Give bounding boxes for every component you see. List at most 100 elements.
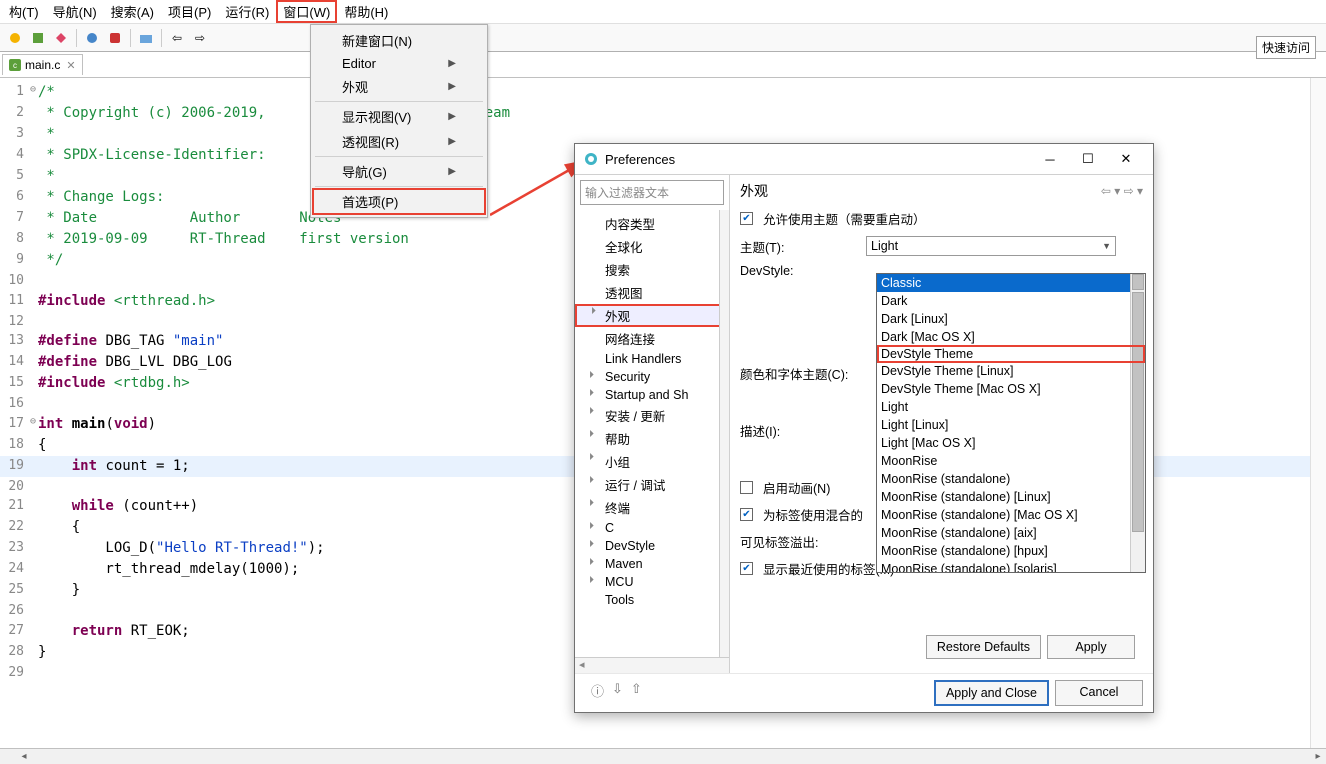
chevron-down-icon: ▼ <box>1102 241 1111 251</box>
menu-item-2[interactable]: 外观▶ <box>312 74 486 99</box>
svg-text:c: c <box>13 61 17 70</box>
theme-option-2[interactable]: Dark [Linux] <box>877 310 1145 328</box>
tree-item-5[interactable]: 网络连接 <box>575 327 729 350</box>
theme-option-6[interactable]: DevStyle Theme [Mac OS X] <box>877 380 1145 398</box>
menu-item-0[interactable]: 新建窗口(N) <box>312 28 486 53</box>
theme-option-13[interactable]: MoonRise (standalone) [Mac OS X] <box>877 506 1145 524</box>
import-icon[interactable]: ⇩ <box>612 681 623 700</box>
theme-option-4[interactable]: DevStyle Theme <box>877 345 1145 363</box>
theme-option-3[interactable]: Dark [Mac OS X] <box>877 328 1145 346</box>
theme-option-10[interactable]: MoonRise <box>877 452 1145 470</box>
apply-button[interactable]: Apply <box>1047 635 1135 659</box>
tree-item-16[interactable]: Maven <box>575 555 729 573</box>
menubar-item-0[interactable]: 构(T) <box>2 0 46 23</box>
tree-item-4[interactable]: 外观 <box>575 304 729 327</box>
scroll-left-icon[interactable]: ◂ <box>16 749 32 764</box>
back-icon[interactable]: ⇦ <box>166 27 188 49</box>
menubar-item-1[interactable]: 导航(N) <box>46 0 104 23</box>
filter-input[interactable]: 输入过滤器文本 <box>580 180 724 205</box>
tree-item-15[interactable]: DevStyle <box>575 537 729 555</box>
tree-item-0[interactable]: 内容类型 <box>575 212 729 235</box>
theme-option-1[interactable]: Dark <box>877 292 1145 310</box>
tree-item-12[interactable]: 运行 / 调试 <box>575 473 729 496</box>
tree-item-14[interactable]: C <box>575 519 729 537</box>
maximize-icon[interactable]: ☐ <box>1069 145 1107 173</box>
theme-option-9[interactable]: Light [Mac OS X] <box>877 434 1145 452</box>
export-icon[interactable]: ⇧ <box>631 681 642 700</box>
menubar-item-2[interactable]: 搜索(A) <box>104 0 161 23</box>
forward-icon[interactable]: ⇨ <box>189 27 211 49</box>
scroll-right-icon[interactable]: ▸ <box>1310 749 1326 764</box>
tree-item-1[interactable]: 全球化 <box>575 235 729 258</box>
preferences-tree[interactable]: 内容类型全球化搜索透视图外观网络连接Link HandlersSecurityS… <box>575 210 729 657</box>
theme-label: 主题(T): <box>740 237 860 256</box>
cancel-button[interactable]: Cancel <box>1055 680 1143 706</box>
menu-item-7[interactable]: 导航(G)▶ <box>312 159 486 184</box>
code-line[interactable]: 1⊖/* <box>0 82 1326 103</box>
tree-item-6[interactable]: Link Handlers <box>575 350 729 368</box>
menubar-item-4[interactable]: 运行(R) <box>218 0 276 23</box>
toolbar-icon-4[interactable] <box>81 27 103 49</box>
menubar-item-6[interactable]: 帮助(H) <box>337 0 395 23</box>
tree-item-10[interactable]: 帮助 <box>575 427 729 450</box>
menu-item-5[interactable]: 透视图(R)▶ <box>312 129 486 154</box>
enable-anim-checkbox[interactable] <box>740 481 753 494</box>
theme-option-11[interactable]: MoonRise (standalone) <box>877 470 1145 488</box>
theme-option-15[interactable]: MoonRise (standalone) [hpux] <box>877 542 1145 560</box>
tree-scrollbar[interactable] <box>719 210 729 657</box>
menubar-item-3[interactable]: 项目(P) <box>161 0 218 23</box>
toolbar-icon-5[interactable] <box>104 27 126 49</box>
theme-option-12[interactable]: MoonRise (standalone) [Linux] <box>877 488 1145 506</box>
dialog-title: Preferences <box>605 152 675 167</box>
show-recent-checkbox[interactable]: ✔ <box>740 562 753 575</box>
theme-option-16[interactable]: MoonRise (standalone) [solaris] <box>877 560 1145 573</box>
tree-item-9[interactable]: 安装 / 更新 <box>575 404 729 427</box>
window-menu-dropdown: 新建窗口(N)Editor▶外观▶ 显示视图(V)▶透视图(R)▶ 导航(G)▶ 首选… <box>310 24 488 218</box>
toolbar-icon-1[interactable] <box>4 27 26 49</box>
apply-and-close-button[interactable]: Apply and Close <box>934 680 1049 706</box>
toolbar-icon-2[interactable] <box>27 27 49 49</box>
dialog-help-icons[interactable]: ⓘ ⇩ ⇧ <box>585 681 642 706</box>
theme-options-listbox[interactable]: ClassicDarkDark [Linux]Dark [Mac OS X]De… <box>876 273 1146 573</box>
toolbar-icon-3[interactable] <box>50 27 72 49</box>
menu-item-4[interactable]: 显示视图(V)▶ <box>312 104 486 129</box>
tree-item-18[interactable]: Tools <box>575 591 729 609</box>
minimize-icon[interactable]: ─ <box>1031 145 1069 173</box>
code-line[interactable]: 3 * <box>0 124 1326 145</box>
theme-option-14[interactable]: MoonRise (standalone) [aix] <box>877 524 1145 542</box>
theme-option-0[interactable]: Classic <box>877 274 1145 292</box>
tree-item-8[interactable]: Startup and Sh <box>575 386 729 404</box>
tab-main-c[interactable]: c main.c ✕ <box>2 54 83 75</box>
tree-item-17[interactable]: MCU <box>575 573 729 591</box>
quick-access[interactable]: 快速访问 <box>1256 36 1316 59</box>
theme-select[interactable]: Light▼ <box>866 236 1116 256</box>
tree-item-3[interactable]: 透视图 <box>575 281 729 304</box>
tree-item-13[interactable]: 终端 <box>575 496 729 519</box>
detail-nav-icons[interactable]: ⇦ ▾ ⇨ ▾ <box>1101 184 1143 198</box>
editor-horizontal-scrollbar[interactable]: ◂ ▸ <box>0 748 1326 764</box>
close-window-icon[interactable]: ✕ <box>1107 145 1145 173</box>
tree-hscroll[interactable]: ◂ <box>575 657 729 673</box>
menu-item-1[interactable]: Editor▶ <box>312 53 486 74</box>
menubar-item-5[interactable]: 窗口(W) <box>276 0 337 23</box>
close-icon[interactable]: ✕ <box>66 59 75 72</box>
allow-theme-checkbox[interactable]: ✔ <box>740 212 753 225</box>
detail-heading: 外观 <box>740 181 768 201</box>
tree-item-2[interactable]: 搜索 <box>575 258 729 281</box>
help-icon[interactable]: ⓘ <box>591 681 604 700</box>
scroll-thumb[interactable] <box>1132 292 1144 532</box>
listbox-scrollbar[interactable] <box>1130 274 1145 572</box>
theme-option-7[interactable]: Light <box>877 398 1145 416</box>
theme-option-8[interactable]: Light [Linux] <box>877 416 1145 434</box>
mixed-tabs-checkbox[interactable]: ✔ <box>740 508 753 521</box>
theme-option-5[interactable]: DevStyle Theme [Linux] <box>877 362 1145 380</box>
tree-item-7[interactable]: Security <box>575 368 729 386</box>
restore-defaults-button[interactable]: Restore Defaults <box>926 635 1041 659</box>
description-label: 描述(I): <box>740 421 860 440</box>
devstyle-label: DevStyle: <box>740 264 860 278</box>
code-line[interactable]: 2 * Copyright (c) 2006-2019, ent Team <box>0 103 1326 124</box>
tree-item-11[interactable]: 小组 <box>575 450 729 473</box>
scroll-up-icon[interactable] <box>1132 274 1144 290</box>
menu-item-9[interactable]: 首选项(P) <box>312 188 486 215</box>
toolbar-icon-6[interactable] <box>135 27 157 49</box>
